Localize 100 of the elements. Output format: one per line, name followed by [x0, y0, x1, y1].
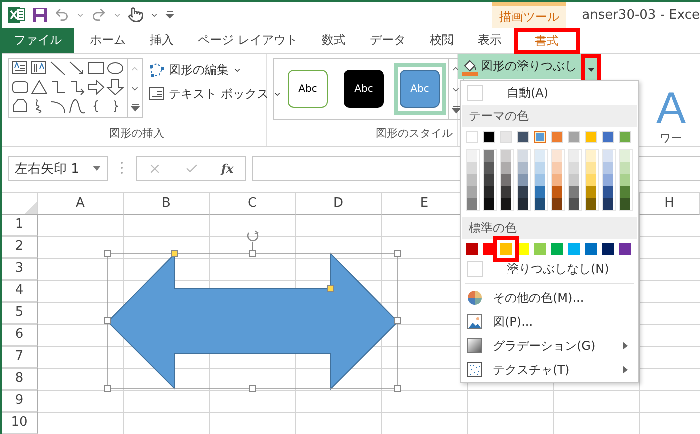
color-swatch[interactable] — [619, 243, 631, 255]
color-swatch[interactable] — [467, 162, 477, 174]
color-swatch[interactable] — [535, 174, 545, 186]
customize-icon[interactable] — [165, 10, 175, 20]
edit-shape-button[interactable]: 図形の編集 — [149, 58, 282, 82]
color-swatch[interactable] — [484, 198, 494, 210]
shape-fill-button[interactable]: 図形の塗りつぶし — [458, 54, 581, 79]
color-swatch[interactable] — [484, 162, 494, 174]
save-icon[interactable] — [32, 7, 48, 23]
color-swatch[interactable] — [518, 162, 528, 174]
color-swatch[interactable] — [467, 186, 477, 198]
redo-icon[interactable] — [91, 7, 107, 23]
row-header[interactable]: 9 — [2, 390, 38, 412]
menu-item[interactable]: 図(P)... — [461, 310, 638, 334]
row-header[interactable]: 1 — [2, 214, 38, 236]
adjust-handle[interactable] — [172, 250, 178, 258]
color-swatch[interactable] — [501, 198, 511, 210]
color-swatch[interactable] — [552, 186, 562, 198]
row-header[interactable]: 8 — [2, 368, 38, 390]
row-header[interactable]: 2 — [2, 236, 38, 258]
color-swatch[interactable] — [603, 198, 613, 210]
column-header[interactable]: B — [124, 192, 210, 215]
column-header[interactable]: A — [38, 192, 124, 215]
color-swatch[interactable] — [518, 150, 528, 162]
color-swatch[interactable] — [552, 150, 562, 162]
color-swatch[interactable] — [620, 150, 630, 162]
color-swatch[interactable] — [551, 243, 563, 255]
menu-item[interactable]: 塗りつぶしなし(N) — [461, 257, 638, 281]
touch-mode-icon[interactable] — [128, 7, 144, 23]
right-arrow-icon[interactable] — [87, 78, 106, 97]
color-swatch[interactable] — [518, 174, 528, 186]
color-swatch[interactable] — [552, 174, 562, 186]
color-swatch[interactable] — [467, 174, 477, 186]
color-swatch[interactable] — [535, 162, 545, 174]
color-swatch[interactable] — [467, 198, 477, 210]
color-swatch[interactable] — [535, 198, 545, 210]
color-swatch[interactable] — [534, 131, 546, 143]
color-swatch[interactable] — [535, 150, 545, 162]
row-header[interactable]: 5 — [2, 302, 38, 324]
color-swatch[interactable] — [620, 162, 630, 174]
more-icon[interactable] — [130, 104, 140, 112]
color-swatch[interactable] — [586, 150, 596, 162]
menu-item[interactable]: その他の色(M)... — [461, 286, 638, 310]
down-arrow-icon[interactable] — [106, 78, 125, 97]
color-swatch[interactable] — [501, 186, 511, 198]
color-swatch[interactable] — [569, 198, 579, 210]
color-swatch[interactable] — [484, 186, 494, 198]
color-swatch[interactable] — [586, 174, 596, 186]
triangle-icon[interactable] — [30, 78, 49, 97]
row-header[interactable]: 7 — [2, 346, 38, 368]
color-swatch[interactable] — [518, 186, 528, 198]
color-swatch[interactable] — [534, 243, 546, 255]
color-swatch[interactable] — [501, 150, 511, 162]
color-swatch[interactable] — [603, 174, 613, 186]
color-swatch[interactable] — [603, 150, 613, 162]
color-swatch[interactable] — [535, 186, 545, 198]
row-header[interactable]: 10 — [2, 412, 38, 434]
menu-item[interactable]: 自動(A) — [461, 81, 638, 105]
color-swatch[interactable] — [552, 198, 562, 210]
ribbon-tab[interactable]: 書式 — [514, 28, 580, 54]
column-header[interactable]: H — [640, 192, 700, 215]
file-tab[interactable]: ファイル — [2, 28, 74, 53]
color-swatch[interactable] — [620, 198, 630, 210]
color-swatch[interactable] — [620, 186, 630, 198]
more-icon[interactable] — [452, 106, 460, 114]
color-swatch[interactable] — [569, 174, 579, 186]
style-option[interactable]: Abc — [338, 63, 390, 115]
color-swatch[interactable] — [568, 243, 580, 255]
insert-function-button[interactable]: fx — [221, 162, 234, 176]
row-header[interactable]: 3 — [2, 258, 38, 280]
text-box-button[interactable]: テキスト ボックス — [149, 82, 282, 106]
menu-item[interactable]: グラデーション(G) — [461, 334, 638, 358]
adjust-handle[interactable] — [328, 286, 334, 292]
color-swatch[interactable] — [518, 198, 528, 210]
color-swatch[interactable] — [484, 150, 494, 162]
column-header[interactable]: D — [296, 192, 382, 215]
color-swatch[interactable] — [467, 150, 477, 162]
name-box[interactable]: 左右矢印 1 — [8, 156, 108, 181]
color-swatch[interactable] — [501, 162, 511, 174]
row-header[interactable]: 4 — [2, 280, 38, 302]
style-option[interactable]: Abc — [282, 63, 334, 115]
color-swatch[interactable] — [603, 186, 613, 198]
row-header[interactable]: 6 — [2, 324, 38, 346]
color-swatch[interactable] — [569, 162, 579, 174]
menu-item[interactable]: テクスチャ(T) — [461, 358, 638, 382]
color-swatch[interactable] — [585, 243, 597, 255]
color-swatch[interactable] — [603, 162, 613, 174]
color-swatch[interactable] — [501, 174, 511, 186]
color-swatch[interactable] — [552, 162, 562, 174]
rotate-handle-icon[interactable] — [247, 230, 260, 252]
column-header[interactable]: C — [210, 192, 296, 215]
color-swatch[interactable] — [586, 162, 596, 174]
curve-icon[interactable] — [68, 97, 87, 116]
color-swatch[interactable] — [620, 174, 630, 186]
color-swatch[interactable] — [569, 150, 579, 162]
color-swatch[interactable] — [569, 186, 579, 198]
color-swatch[interactable] — [586, 186, 596, 198]
color-swatch[interactable] — [493, 236, 519, 262]
color-swatch[interactable] — [484, 174, 494, 186]
line-icon[interactable] — [49, 59, 68, 78]
